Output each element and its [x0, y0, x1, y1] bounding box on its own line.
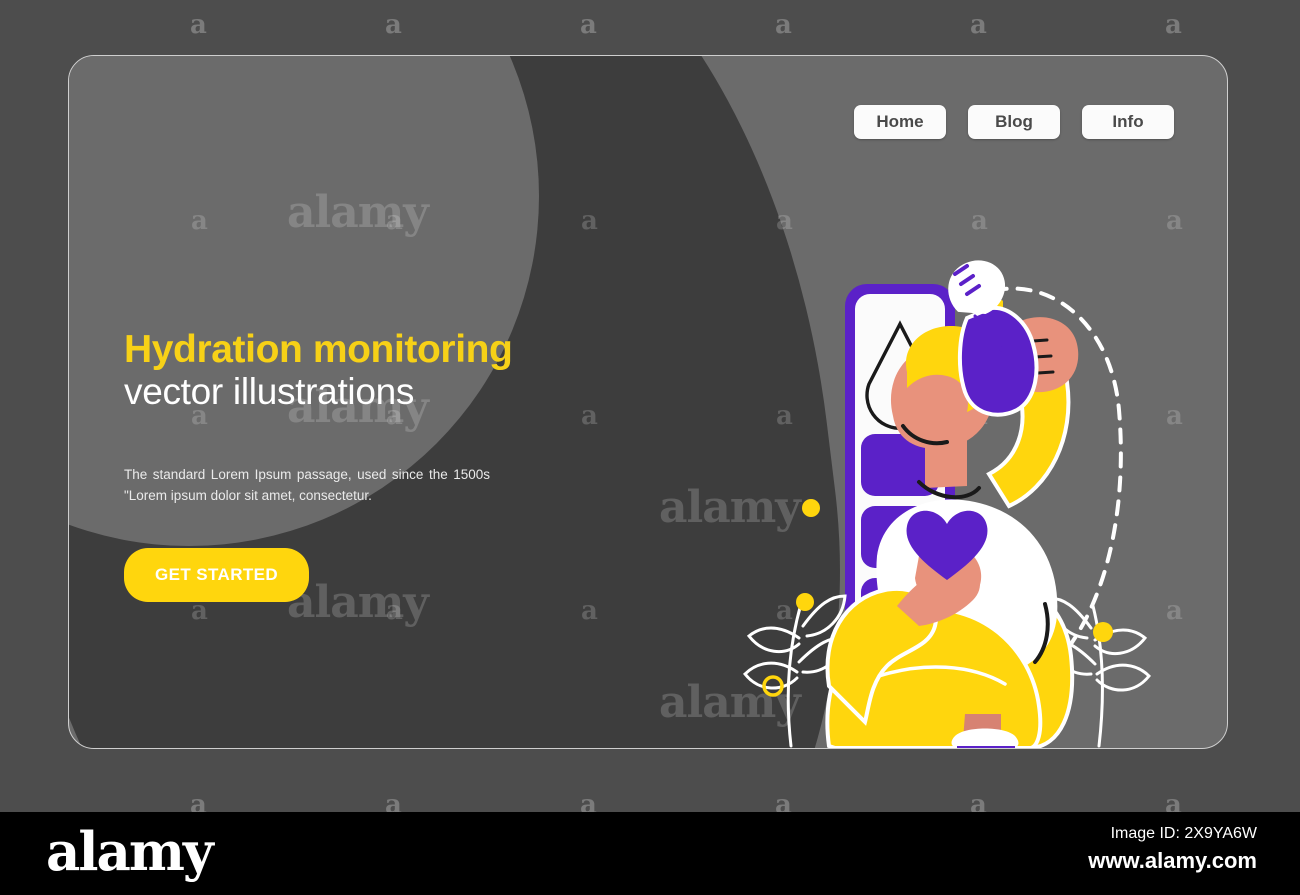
decor-dot: [802, 499, 820, 517]
hero-body-text: The standard Lorem Ipsum passage, used s…: [124, 467, 490, 503]
hero-card: aaaaaaaaaaaaaaaaaaaaaaaaalamyalamyalamya…: [68, 55, 1228, 749]
hero-content: Hydration monitoring vector illustration…: [124, 328, 574, 603]
decor-dot: [796, 593, 814, 611]
decor-dot: [1093, 622, 1113, 642]
watermark-glyph: a: [190, 10, 207, 40]
nav-item-blog[interactable]: Blog: [968, 105, 1060, 139]
watermark-glyph: a: [775, 10, 792, 40]
hydration-illustration: [679, 206, 1179, 748]
nav-item-info[interactable]: Info: [1082, 105, 1174, 139]
watermark-glyph: a: [1165, 10, 1182, 40]
footer-bar: alamy Image ID: 2X9YA6W www.alamy.com: [0, 812, 1300, 895]
main-navigation: Home Blog Info: [854, 105, 1174, 139]
watermark-glyph: a: [385, 10, 402, 40]
nav-item-home[interactable]: Home: [854, 105, 946, 139]
sports-bottle: [948, 260, 1039, 417]
watermark-glyph: a: [580, 10, 597, 40]
page-title: Hydration monitoring: [124, 328, 513, 371]
page-subtitle: vector illustrations: [124, 371, 415, 413]
get-started-button[interactable]: GET STARTED: [124, 548, 310, 603]
website-url-label: www.alamy.com: [1088, 848, 1257, 873]
watermark-glyph: a: [970, 10, 987, 40]
image-id-label: Image ID: 2X9YA6W: [1110, 825, 1257, 842]
alamy-logo: alamy: [46, 821, 214, 883]
screenshot-root: aaaaaaaaaaaaaaaaaaaaaaaaaaaaaa aaaaaaaaa…: [0, 0, 1300, 895]
